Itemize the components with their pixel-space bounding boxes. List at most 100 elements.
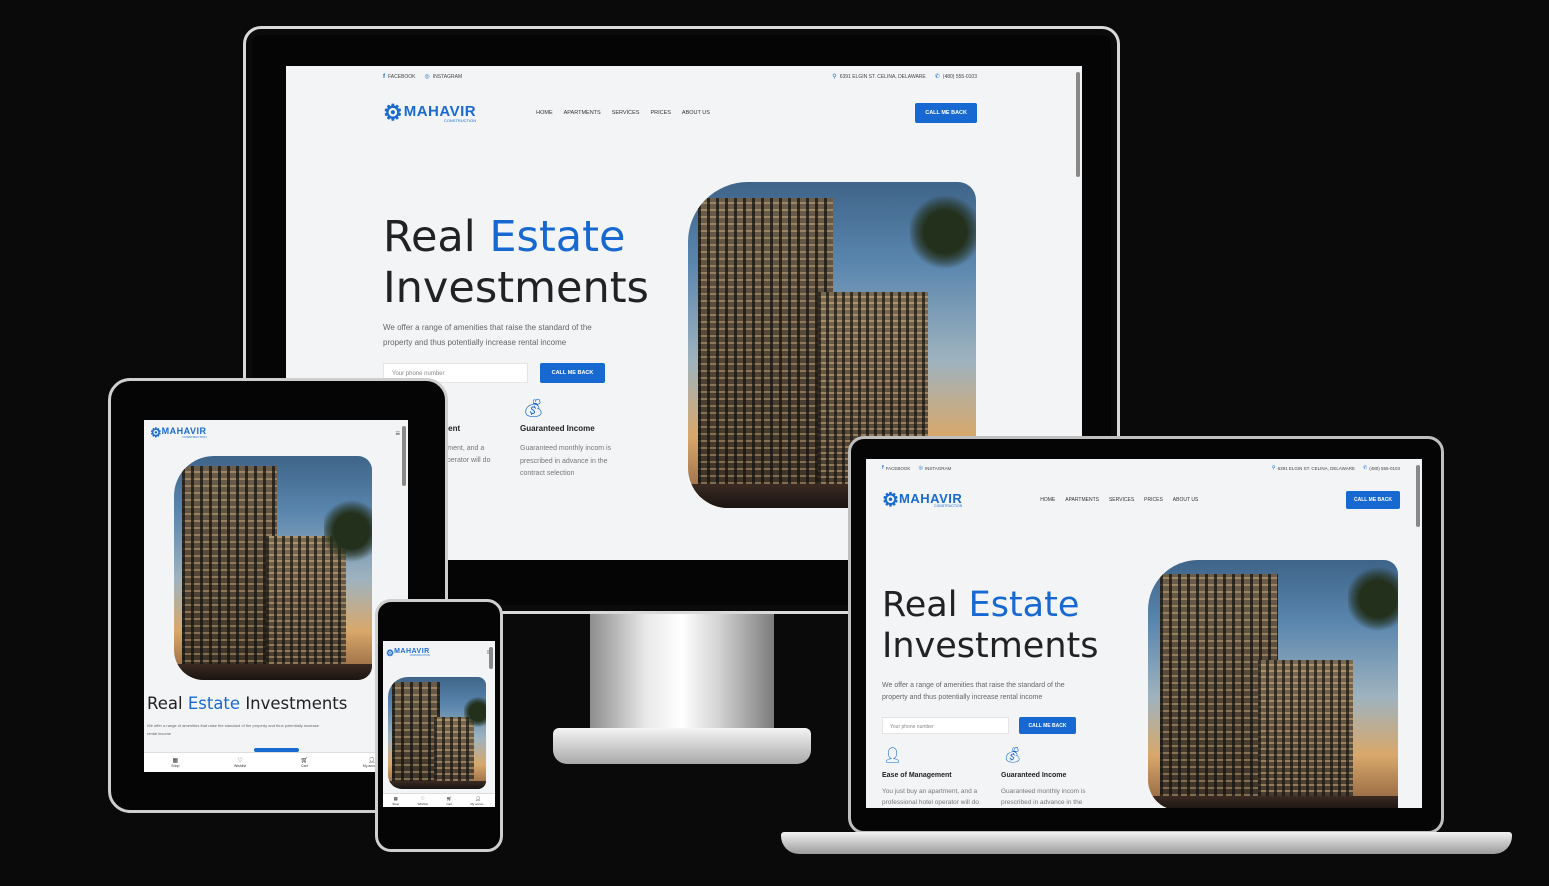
location-icon: ⚲: [832, 74, 837, 80]
tablet-nav-cart-label: Cart: [301, 764, 308, 768]
phone-logo[interactable]: ⚙ MAHAVIR CONSTRUCTION: [386, 648, 430, 659]
laptop-title-1: Real: [882, 585, 958, 625]
laptop-nav-about-us[interactable]: ABOUT US: [1173, 497, 1198, 503]
scrollbar[interactable]: [1076, 72, 1080, 177]
phone-nav-cart[interactable]: 🛒︎ Cart: [446, 796, 452, 806]
laptop-base: [781, 832, 1512, 854]
laptop-instagram-link[interactable]: ◎ INSTAGRAM: [918, 465, 951, 471]
gear-icon: ⚙: [383, 100, 403, 125]
tablet-nav-wishlist[interactable]: ♡ Wishlist: [234, 757, 246, 768]
feature-text-income: Guaranteed monthly incom is prescribed i…: [520, 445, 612, 477]
location-icon: ⚲: [1271, 465, 1276, 471]
instagram-label: INSTAGRAM: [432, 73, 463, 80]
phone-screen: ⚙ MAHAVIRCONSTRUCTION ≡ ▦Shop ♡Wishlist …: [383, 641, 495, 807]
hero-title-1: Real: [383, 212, 476, 262]
phone-link[interactable]: ✆ (480) 555-0103: [934, 73, 977, 81]
laptop-nav-home[interactable]: HOME: [1040, 497, 1055, 503]
laptop-title-2: Investments: [882, 626, 1099, 667]
hero-title-2: Investments: [383, 262, 649, 313]
facebook-label: FACEBOOK: [388, 73, 416, 80]
phone-icon: ✆: [934, 74, 940, 80]
laptop-call-button[interactable]: CALL ME BACK: [1346, 491, 1400, 509]
header: ⚙ MAHAVIR CONSTRUCTION HOME APARTMENTS SE…: [383, 98, 977, 128]
laptop-description: We offer a range of amenities that raise…: [882, 682, 1065, 701]
laptop-feature-title-management: Ease of Management: [882, 772, 952, 779]
laptop-topbar: f FACEBOOK ◎ INSTAGRAM ⚲ 6391 ELGIN ST. CEL…: [882, 465, 1400, 471]
tablet-title-2: Investments: [245, 694, 348, 713]
phone-nav-wishlist-label: Wishlist: [417, 801, 428, 806]
phone-building-image: [388, 677, 486, 789]
hero-title: Real Estate Investments: [383, 212, 649, 313]
address-text: 6391 ELGIN ST. CELINA, DELAWARE: [839, 73, 926, 80]
laptop-nav-services[interactable]: SERVICES: [1109, 497, 1134, 503]
phone-nav-wishlist[interactable]: ♡ Wishlist: [418, 796, 428, 806]
tablet-header: ⚙ MAHAVIR CONSTRUCTION ≡: [150, 424, 400, 442]
laptop-feature-text-management: You just buy an apartment, and a profess…: [882, 788, 979, 806]
address: ⚲ 6391 ELGIN ST. CELINA, DELAWARE: [832, 73, 926, 81]
laptop-scrollbar[interactable]: [1416, 465, 1420, 527]
hero-call-button[interactable]: CALL ME BACK: [540, 363, 605, 383]
hamburger-menu-icon[interactable]: ≡: [395, 429, 400, 438]
phone-text: (480) 555-0103: [942, 73, 977, 80]
cart-icon: 🛒︎: [300, 758, 309, 764]
logo-sub: CONSTRUCTION: [443, 117, 477, 123]
laptop-facebook-link[interactable]: f FACEBOOK: [882, 465, 910, 471]
tablet-logo-sub: CONSTRUCTION: [182, 435, 207, 439]
phone-header: ⚙ MAHAVIRCONSTRUCTION ≡: [386, 646, 490, 660]
tablet-hero-title: Real Estate Investments: [147, 694, 347, 713]
laptop-phone-link[interactable]: ✆ (480) 555-0103: [1363, 465, 1400, 471]
laptop-logo[interactable]: ⚙ MAHAVIR CONSTRUCTION: [882, 489, 962, 512]
money-bag-icon: 💰︎: [522, 398, 545, 418]
laptop-hero-call-button[interactable]: CALL ME BACK: [1019, 717, 1076, 734]
nav-about-us[interactable]: ABOUT US: [682, 110, 710, 116]
laptop-address-text: 6391 ELGIN ST. CELINA, DELAWARE: [1277, 465, 1356, 471]
gear-icon: ⚙: [150, 425, 162, 440]
laptop-instagram-label: INSTAGRAM: [924, 465, 952, 471]
tablet-title-1: Real: [147, 694, 183, 713]
laptop-nav-prices[interactable]: PRICES: [1144, 497, 1163, 503]
phone-nav-cart-label: Cart: [446, 801, 453, 806]
manager-icon: 👤︎: [883, 747, 903, 764]
phone-nav-account-label: My accou...: [470, 801, 486, 806]
tablet-title-accent: Estate: [187, 694, 241, 713]
nav-prices[interactable]: PRICES: [650, 110, 670, 116]
call-me-back-button[interactable]: CALL ME BACK: [915, 103, 977, 123]
tablet-nav-shop[interactable]: ▦ Shop: [171, 757, 179, 768]
tablet-nav-cart[interactable]: 🛒︎ Cart: [301, 757, 309, 768]
nav-home[interactable]: HOME: [536, 110, 553, 116]
instagram-icon: ◎: [918, 465, 923, 471]
logo[interactable]: ⚙ MAHAVIR CONSTRUCTION: [383, 100, 476, 126]
phone-nav-shop[interactable]: ▦ Shop: [392, 796, 399, 806]
nav-apartments[interactable]: APARTMENTS: [564, 110, 601, 116]
laptop-menu: HOME APARTMENTS SERVICES PRICES ABOUT US: [1040, 497, 1198, 503]
instagram-link[interactable]: ◎ INSTAGRAM: [425, 73, 463, 81]
facebook-link[interactable]: f FACEBOOK: [383, 74, 416, 80]
tablet-scrollbar[interactable]: [402, 426, 406, 486]
phone-nav-account[interactable]: 👤︎ My accou...: [470, 796, 485, 806]
phone-scrollbar[interactable]: [489, 647, 493, 669]
laptop-facebook-label: FACEBOOK: [885, 465, 911, 471]
feature-partial-line-1: rtment, and a: [443, 445, 485, 452]
laptop-nav-apartments[interactable]: APARTMENTS: [1065, 497, 1099, 503]
topbar: f FACEBOOK ◎ INSTAGRAM ⚲ 6391 ELGIN ST. CEL…: [383, 73, 977, 81]
tablet-logo[interactable]: ⚙ MAHAVIR CONSTRUCTION: [150, 425, 207, 441]
nav-services[interactable]: SERVICES: [612, 110, 640, 116]
desktop-monitor-foot: [553, 728, 811, 764]
feature-partial-line-2: operator will do: [443, 457, 491, 464]
laptop-screen: f FACEBOOK ◎ INSTAGRAM ⚲ 6391 ELGIN ST. CEL…: [866, 459, 1422, 808]
main-menu: HOME APARTMENTS SERVICES PRICES ABOUT US: [536, 110, 710, 116]
tablet-nav-wishlist-label: Wishlist: [234, 764, 247, 768]
laptop-logo-sub: CONSTRUCTION: [934, 503, 963, 508]
tablet-bottom-nav: ▦ Shop ♡ Wishlist 🛒︎ Cart 👤︎ My accou...: [144, 752, 408, 772]
tablet-description: We offer a range of amenities that raise…: [147, 723, 319, 736]
money-bag-icon: 💰︎: [1003, 747, 1023, 764]
laptop-feature-text-income: Guaranteed monthly incom is prescribed i…: [1001, 788, 1086, 806]
heart-icon: ♡: [237, 758, 243, 764]
facebook-icon: f: [383, 73, 385, 80]
gear-icon: ⚙: [882, 489, 900, 511]
tablet-screen: ⚙ MAHAVIR CONSTRUCTION ≡ Real Estate Inve…: [144, 420, 408, 772]
shop-icon: ▦: [172, 758, 179, 764]
phone-icon: ✆: [1363, 465, 1368, 471]
laptop-phone-input[interactable]: Your phone number: [882, 717, 1009, 734]
laptop-logo-name: MAHAVIR: [899, 490, 963, 506]
